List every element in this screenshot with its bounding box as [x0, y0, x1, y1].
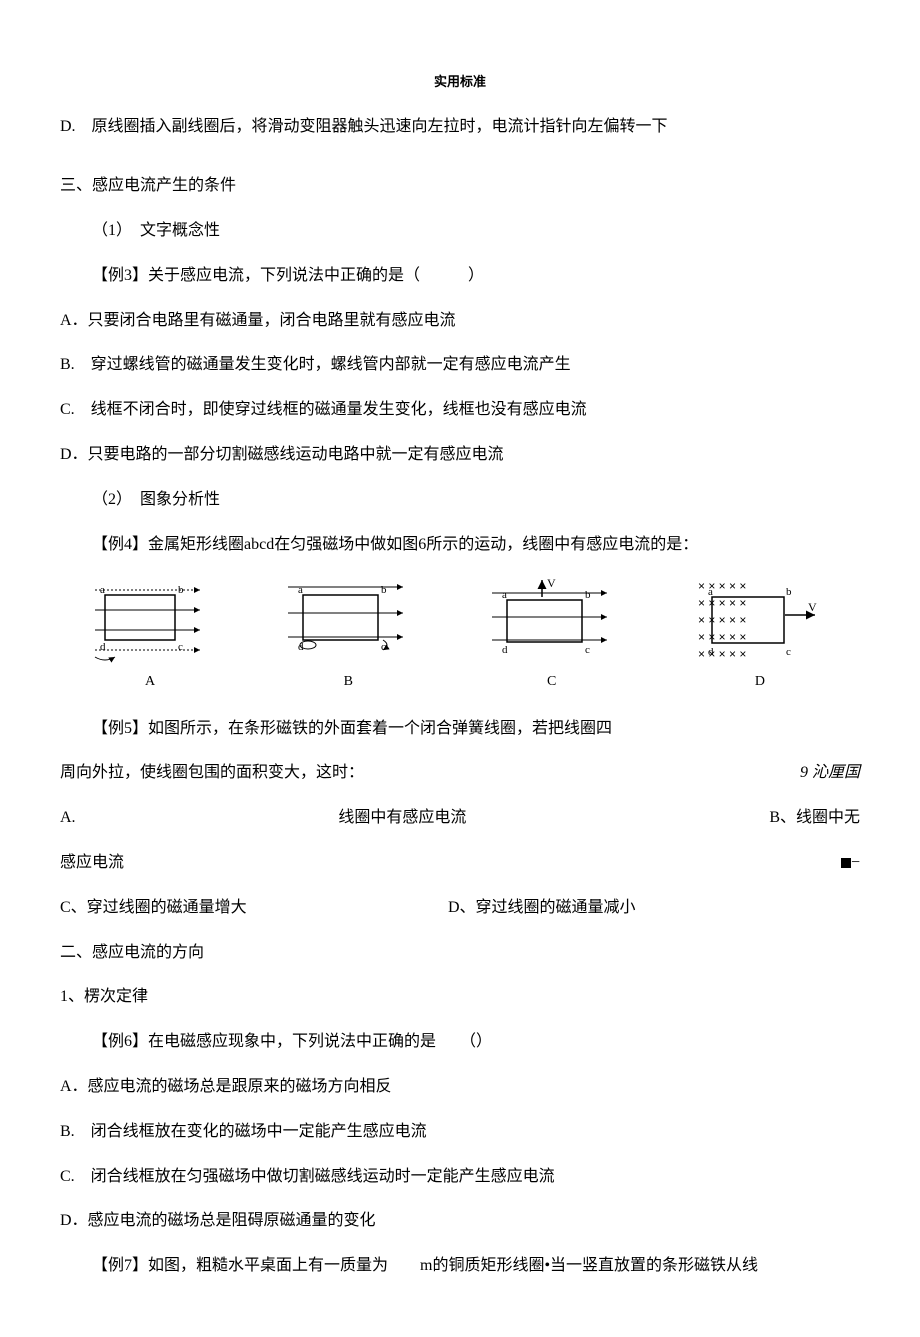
- svg-text:b: b: [786, 586, 792, 598]
- svg-text:b: b: [381, 584, 387, 596]
- ex5-option-d: D、穿过线圈的磁通量减小: [448, 899, 636, 916]
- diagram-a-label: A: [145, 669, 155, 694]
- diagram-b-label: B: [344, 669, 353, 694]
- ex5-option-b-right: B、线圈中无: [769, 804, 860, 833]
- svg-text:× × × × ×: × × × × ×: [698, 596, 746, 610]
- ex6-option-a: A．感应电流的磁场总是跟原来的磁场方向相反: [60, 1073, 860, 1102]
- svg-text:× × × × ×: × × × × ×: [698, 630, 746, 644]
- svg-text:V: V: [547, 576, 556, 590]
- svg-text:b: b: [585, 589, 591, 601]
- option-d-prior: D. 原线圈插入副线圈后，将滑动变阻器触头迅速向左拉时，电流计指针向左偏转一下: [60, 113, 860, 142]
- svg-text:d: d: [100, 641, 106, 653]
- diagram-row: a b c d A a b c d B: [90, 575, 830, 694]
- svg-text:a: a: [298, 584, 303, 596]
- diagram-d: × × × × × × × × × × × × × × × × × × × × …: [690, 575, 830, 694]
- section-3-title: 三、感应电流产生的条件: [60, 172, 860, 201]
- svg-text:a: a: [100, 584, 105, 596]
- ex3-option-d: D．只要电路的一部分切割磁感线运动电路中就一定有感应电流: [60, 441, 860, 470]
- example-3-title: 【例3】关于感应电流，下列说法中正确的是（ ）: [60, 262, 860, 291]
- example-5-line1: 【例5】如图所示，在条形磁铁的外面套着一个闭合弹簧线圈，若把线圈四: [60, 715, 860, 744]
- diagram-d-svg: × × × × × × × × × × × × × × × × × × × × …: [690, 575, 830, 665]
- ex5-a-mid: 线圈中有感应电流: [76, 804, 730, 833]
- svg-text:c: c: [381, 641, 386, 653]
- decoration-square: −: [841, 849, 860, 878]
- svg-text:× × × × ×: × × × × ×: [698, 579, 746, 593]
- ex5-ab-cont: 感应电流: [60, 849, 124, 878]
- svg-text:b: b: [178, 584, 184, 596]
- ex6-option-d: D．感应电流的磁场总是阻碍原磁通量的变化: [60, 1207, 860, 1236]
- ex5-row-ab: A. 线圈中有感应电流 B、线圈中无: [60, 804, 860, 833]
- svg-text:V: V: [808, 600, 817, 614]
- example-5-line2: 周向外拉，使线圈包围的面积变大，这时： 9 沁厘国: [60, 759, 860, 788]
- ex6-option-c: C. 闭合线框放在匀强磁场中做切割磁感线运动时一定能产生感应电流: [60, 1163, 860, 1192]
- svg-text:× × × × ×: × × × × ×: [698, 613, 746, 627]
- ex3-option-c: C. 线框不闭合时，即使穿过线框的磁通量发生变化，线框也没有感应电流: [60, 396, 860, 425]
- svg-text:c: c: [786, 646, 791, 658]
- svg-text:d: d: [708, 646, 714, 658]
- diagram-c-svg: a b c d V: [487, 575, 617, 665]
- section-2-title: 二、感应电流的方向: [60, 939, 860, 968]
- subsection-2: （2） 图象分析性: [60, 486, 860, 515]
- page-header: 实用标准: [60, 70, 860, 93]
- diagram-a: a b c d A: [90, 575, 210, 694]
- svg-text:c: c: [585, 644, 590, 656]
- ex5-option-a: A.: [60, 804, 76, 833]
- subsection-1: （1） 文字概念性: [60, 217, 860, 246]
- diagram-a-svg: a b c d: [90, 575, 210, 665]
- svg-text:c: c: [178, 641, 183, 653]
- diagram-c: a b c d V C: [487, 575, 617, 694]
- svg-text:d: d: [502, 644, 508, 656]
- svg-text:a: a: [708, 586, 713, 598]
- ex5-option-c: C、穿过线圈的磁通量增大: [60, 894, 444, 923]
- example-4-title: 【例4】金属矩形线圈abcd在匀强磁场中做如图6所示的运动，线圈中有感应电流的是…: [60, 531, 860, 560]
- svg-text:× × × × ×: × × × × ×: [698, 647, 746, 661]
- diagram-b-svg: a b c d: [283, 575, 413, 665]
- diagram-c-label: C: [547, 669, 556, 694]
- example-6-title: 【例6】在电磁感应现象中，下列说法中正确的是 （）: [60, 1028, 860, 1057]
- svg-text:a: a: [502, 589, 507, 601]
- ex5-row-cd: C、穿过线圈的磁通量增大 D、穿过线圈的磁通量减小: [60, 894, 860, 923]
- ex5-line2-left: 周向外拉，使线圈包围的面积变大，这时：: [60, 759, 364, 788]
- diagram-b: a b c d B: [283, 575, 413, 694]
- ex5-line2-right: 9 沁厘国: [800, 759, 860, 788]
- example-7-title: 【例7】如图，粗糙水平桌面上有一质量为 m的铜质矩形线圈•当一竖直放置的条形磁铁…: [60, 1252, 860, 1281]
- ex6-option-b: B. 闭合线框放在变化的磁场中一定能产生感应电流: [60, 1118, 860, 1147]
- ex3-option-a: A．只要闭合电路里有磁通量，闭合电路里就有感应电流: [60, 307, 860, 336]
- subsection-2-1: 1、楞次定律: [60, 983, 860, 1012]
- diagram-d-label: D: [755, 669, 765, 694]
- ex3-option-b: B. 穿过螺线管的磁通量发生变化时，螺线管内部就一定有感应电流产生: [60, 351, 860, 380]
- ex5-row-ab-cont: 感应电流 −: [60, 849, 860, 878]
